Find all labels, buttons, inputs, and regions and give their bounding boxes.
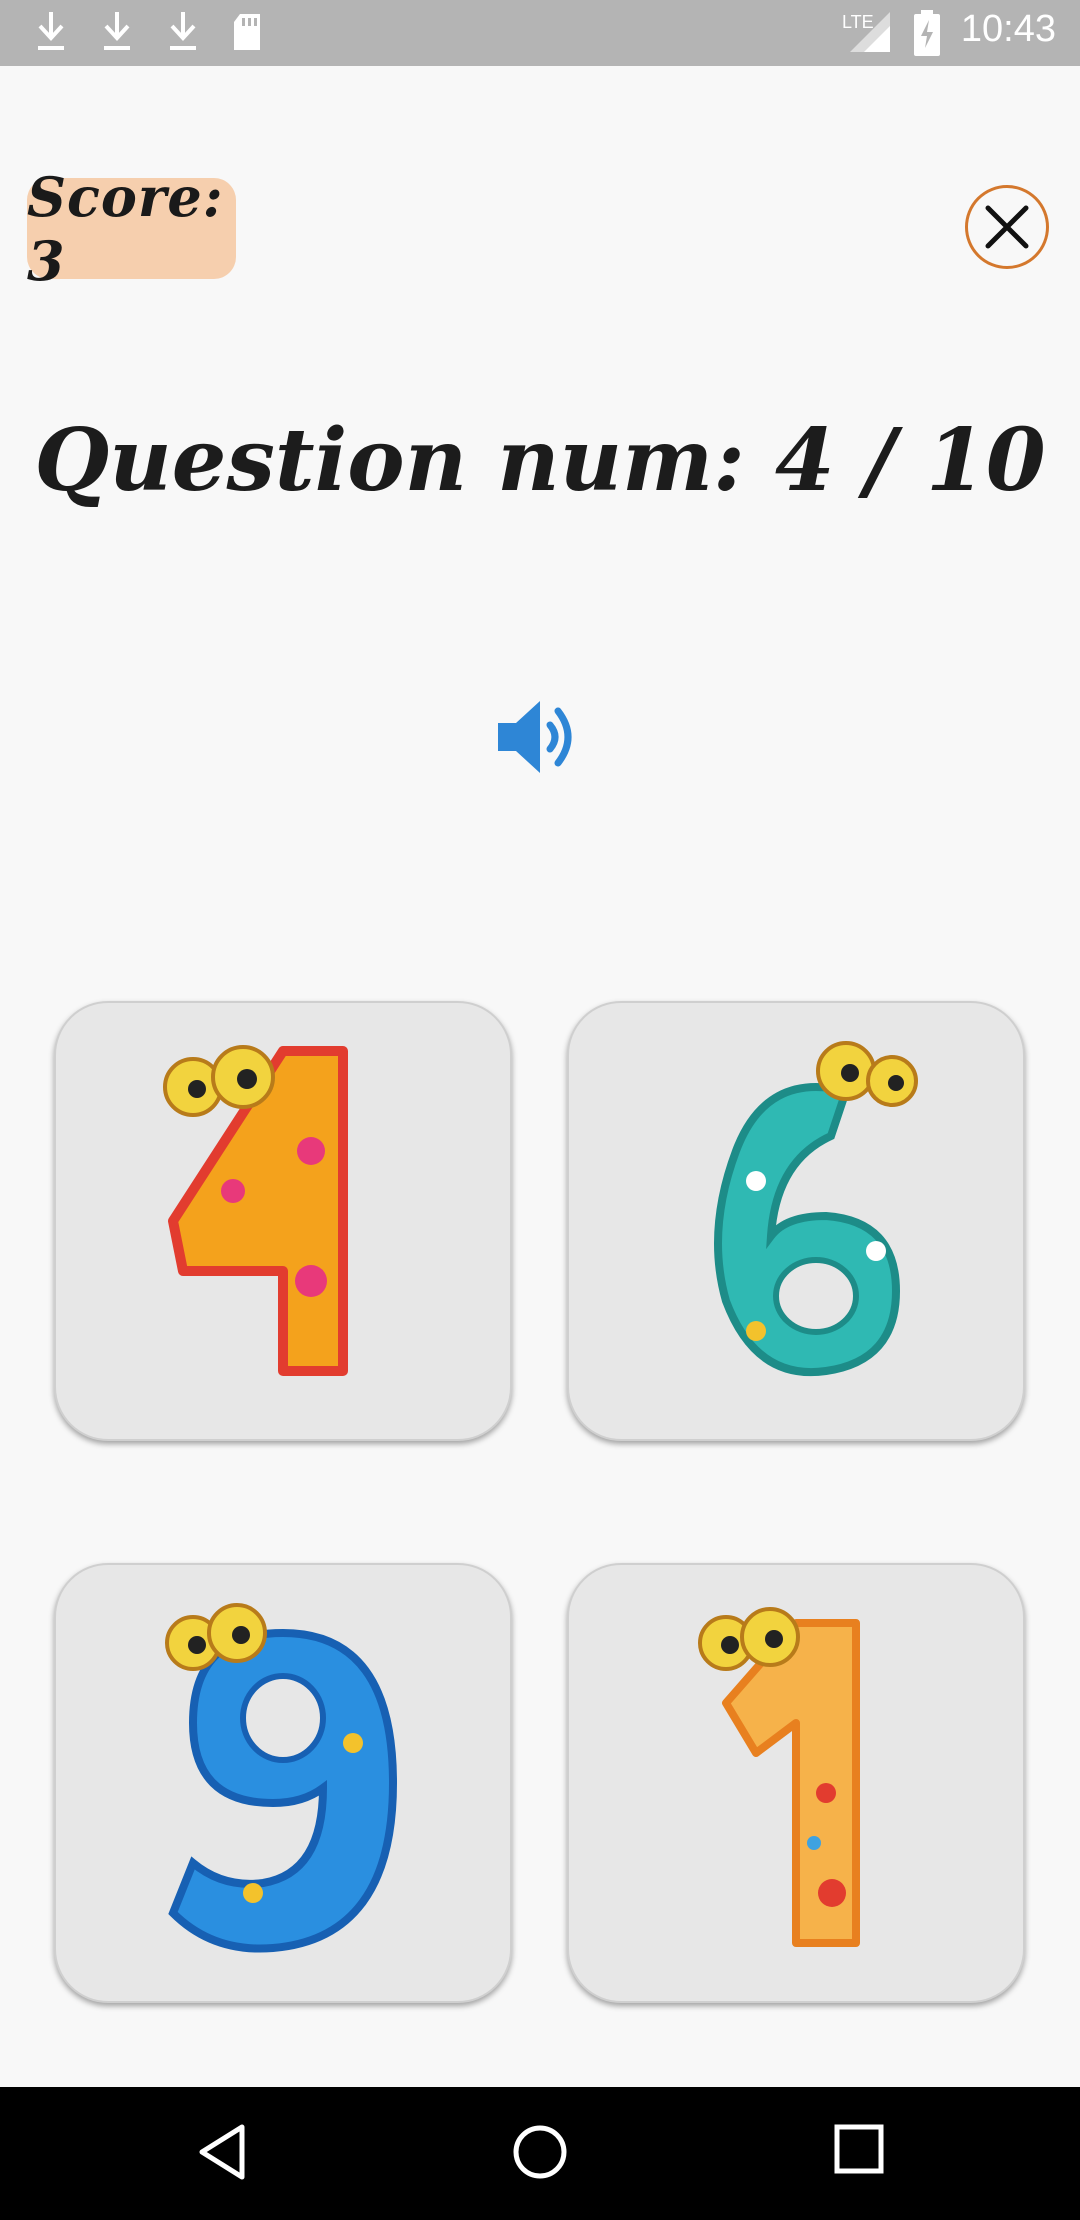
answer-card-4[interactable] xyxy=(567,1563,1025,2003)
score-badge: Score: 3 xyxy=(27,165,236,293)
answer-card-1[interactable] xyxy=(54,1001,512,1441)
recents-icon[interactable] xyxy=(833,2123,885,2175)
score-label: Score: 3 xyxy=(27,164,224,293)
navigation-bar xyxy=(0,2087,1080,2220)
speaker-icon[interactable] xyxy=(496,695,582,779)
status-bar: LTE 10:43 xyxy=(0,0,1080,66)
sd-card-icon xyxy=(234,14,260,50)
battery-icon xyxy=(914,10,940,56)
home-icon[interactable] xyxy=(511,2123,569,2181)
close-icon xyxy=(985,205,1029,249)
close-button[interactable] xyxy=(965,185,1049,269)
digit-nine-image xyxy=(165,1603,398,1953)
digit-one-image xyxy=(698,1607,860,1947)
download-icon xyxy=(38,12,64,50)
clock: 10:43 xyxy=(960,8,1056,50)
digit-six-image xyxy=(714,1041,918,1377)
back-icon[interactable] xyxy=(196,2123,248,2181)
digit-four-image xyxy=(163,1045,348,1376)
answer-card-3[interactable] xyxy=(54,1563,512,2003)
signal-icon xyxy=(850,12,890,52)
download-icon xyxy=(104,12,130,50)
download-icon xyxy=(170,12,196,50)
answer-card-2[interactable] xyxy=(567,1001,1025,1441)
question-title: Question num: 4 / 10 xyxy=(34,410,1046,511)
